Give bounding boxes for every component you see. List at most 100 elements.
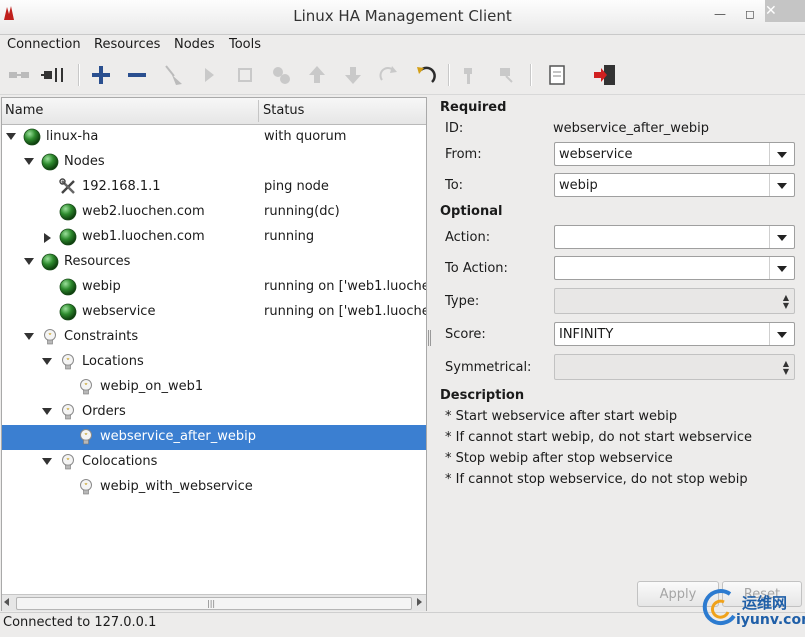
tree-row[interactable]: webip running on ['web1.luochen	[2, 275, 426, 300]
window-title: Linux HA Management Client	[293, 7, 512, 25]
expander-open-icon[interactable]	[42, 408, 52, 415]
chevron-down-icon[interactable]	[769, 174, 794, 196]
optional-section-title: Optional	[440, 204, 503, 219]
tree-row[interactable]: Locations	[2, 350, 426, 375]
tree-row[interactable]: Resources	[2, 250, 426, 275]
add-icon[interactable]	[88, 62, 114, 88]
standby-icon[interactable]	[458, 62, 484, 88]
watermark-text: 运维网	[742, 594, 788, 612]
stop-icon[interactable]	[232, 62, 258, 88]
expander-open-icon[interactable]	[24, 258, 34, 265]
tree-row-label: Orders	[82, 404, 126, 419]
toolbar	[0, 56, 805, 95]
start-icon[interactable]	[196, 62, 222, 88]
menu-tools[interactable]: Tools	[229, 37, 261, 52]
tree-row[interactable]: webservice running on ['web1.luochen	[2, 300, 426, 325]
score-label: Score:	[445, 327, 486, 342]
move-down-icon[interactable]	[340, 62, 366, 88]
id-label: ID:	[445, 121, 464, 136]
expander-open-icon[interactable]	[42, 458, 52, 465]
tree-row-label: Locations	[82, 354, 144, 369]
close-window-button[interactable]: ✕	[765, 0, 805, 22]
tree-row-status: running	[264, 229, 315, 244]
active-icon[interactable]	[494, 62, 520, 88]
redo-icon[interactable]	[376, 62, 402, 88]
column-header-status[interactable]: Status	[263, 103, 304, 118]
horizontal-scrollbar[interactable]: |||	[2, 594, 426, 611]
score-combobox[interactable]: INFINITY	[554, 322, 795, 346]
connect-icon[interactable]	[6, 62, 32, 88]
expander-open-icon[interactable]	[24, 333, 34, 340]
tree-row[interactable]: Constraints	[2, 325, 426, 350]
chevron-down-icon[interactable]	[769, 226, 794, 248]
tree-row-label: web1.luochen.com	[82, 229, 205, 244]
description-line: * Start webservice after start webip	[445, 409, 678, 424]
scroll-right-icon[interactable]	[417, 598, 422, 606]
tree-row-label: webip_with_webservice	[100, 479, 253, 494]
tree-row-status: ping node	[264, 179, 329, 194]
move-up-icon[interactable]	[304, 62, 330, 88]
lightbulb-icon	[77, 428, 95, 446]
remove-icon[interactable]	[124, 62, 150, 88]
from-combobox[interactable]: webservice	[554, 142, 795, 166]
menu-connection[interactable]: Connection	[7, 37, 81, 52]
tree-row[interactable]: webip_with_webservice	[2, 475, 426, 500]
exit-icon[interactable]	[592, 62, 618, 88]
scroll-left-icon[interactable]	[4, 598, 9, 606]
spin-down-icon: ▼	[782, 301, 789, 310]
tree-row[interactable]: web1.luochen.com running	[2, 225, 426, 250]
tree-row-status: with quorum	[264, 129, 347, 144]
column-header-name[interactable]: Name	[5, 103, 43, 118]
chevron-down-icon[interactable]	[769, 257, 794, 279]
to-value: webip	[559, 178, 598, 193]
chevron-down-icon[interactable]	[769, 143, 794, 165]
document-icon[interactable]	[544, 62, 570, 88]
to-combobox[interactable]: webip	[554, 173, 795, 197]
tree-row[interactable]: Orders	[2, 400, 426, 425]
tree-row[interactable]: webip_on_web1	[2, 375, 426, 400]
scrollbar-thumb[interactable]: |||	[16, 597, 412, 610]
symmetrical-select[interactable]: ▲ ▼	[554, 354, 795, 380]
watermark-swirl-icon	[702, 589, 736, 626]
expander-closed-icon[interactable]	[44, 233, 51, 243]
undo-icon[interactable]	[412, 62, 438, 88]
required-section-title: Required	[440, 100, 507, 115]
tree-row-label: webservice_after_webip	[100, 429, 256, 444]
minimize-button[interactable]: —	[706, 4, 734, 24]
score-value: INFINITY	[559, 327, 614, 342]
tree-row[interactable]: Colocations	[2, 450, 426, 475]
green-circle-icon	[59, 203, 77, 221]
expander-open-icon[interactable]	[24, 158, 34, 165]
symmetrical-label: Symmetrical:	[445, 360, 532, 375]
green-circle-icon	[23, 128, 41, 146]
tools-icon	[59, 178, 77, 196]
chevron-down-icon[interactable]	[769, 323, 794, 345]
green-circle-icon	[59, 278, 77, 296]
type-select[interactable]: ▲ ▼	[554, 288, 795, 314]
grip-icon: |||	[207, 599, 216, 608]
title-bar: Linux HA Management Client — ◻ ✕	[0, 0, 805, 35]
pane-splitter[interactable]	[428, 330, 432, 346]
migrate-icon[interactable]	[268, 62, 294, 88]
tree-row-status: running on ['web1.luochen	[264, 304, 426, 319]
tree-row[interactable]: linux-ha with quorum	[2, 125, 426, 150]
tree-row[interactable]: webservice_after_webip	[2, 425, 426, 450]
expander-open-icon[interactable]	[42, 358, 52, 365]
tree-row[interactable]: Nodes	[2, 150, 426, 175]
menu-nodes[interactable]: Nodes	[174, 37, 215, 52]
green-circle-icon	[41, 153, 59, 171]
maximize-button[interactable]: ◻	[736, 4, 764, 24]
column-divider[interactable]	[258, 100, 259, 122]
disconnect-icon[interactable]	[40, 62, 66, 88]
action-combobox[interactable]	[554, 225, 795, 249]
green-circle-icon	[41, 253, 59, 271]
lightbulb-icon	[59, 353, 77, 371]
expander-open-icon[interactable]	[6, 133, 16, 140]
to-action-combobox[interactable]	[554, 256, 795, 280]
cleanup-icon[interactable]	[160, 62, 186, 88]
tree-row[interactable]: 192.168.1.1 ping node	[2, 175, 426, 200]
menu-resources[interactable]: Resources	[94, 37, 160, 52]
lightbulb-icon	[59, 453, 77, 471]
tree-header: Name Status	[2, 98, 426, 125]
tree-row[interactable]: web2.luochen.com running(dc)	[2, 200, 426, 225]
